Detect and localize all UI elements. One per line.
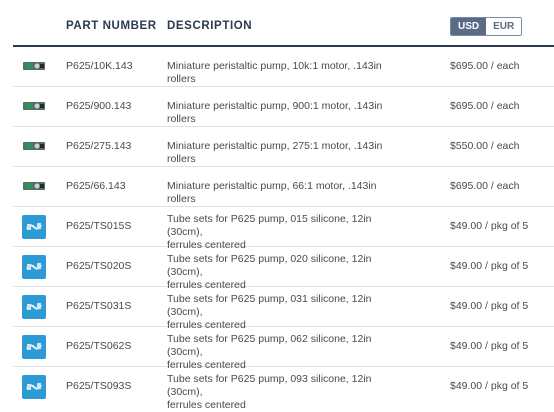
description-line-1: Tube sets for P625 pump, 015 silicone, 1… bbox=[167, 213, 372, 238]
table-row[interactable]: P625/TS062S Tube sets for P625 pump, 062… bbox=[13, 327, 554, 371]
description: Miniature peristaltic pump, 900:1 motor,… bbox=[167, 100, 383, 125]
price: $49.00 / pkg of 5 bbox=[450, 340, 529, 352]
price: $550.00 / each bbox=[450, 140, 520, 152]
currency-usd-button[interactable]: USD bbox=[451, 18, 487, 35]
price: $695.00 / each bbox=[450, 100, 520, 112]
tube-set-thumbnail-icon[interactable] bbox=[22, 375, 46, 399]
tube-set-thumbnail-icon[interactable] bbox=[22, 215, 46, 239]
product-table: PART NUMBER DESCRIPTION USD EUR P625/10K… bbox=[0, 0, 554, 411]
description: Tube sets for P625 pump, 093 silicone, 1… bbox=[167, 373, 407, 412]
description-line-1: Tube sets for P625 pump, 062 silicone, 1… bbox=[167, 333, 372, 358]
pump-thumbnail-icon[interactable] bbox=[22, 59, 46, 73]
currency-eur-button[interactable]: EUR bbox=[486, 18, 522, 35]
pump-thumbnail-icon[interactable] bbox=[22, 99, 46, 113]
pump-thumbnail-icon[interactable] bbox=[22, 139, 46, 153]
table-row[interactable]: P625/TS093S Tube sets for P625 pump, 093… bbox=[13, 367, 554, 411]
tube-set-thumbnail-icon[interactable] bbox=[22, 255, 46, 279]
description: Miniature peristaltic pump, 66:1 motor, … bbox=[167, 180, 377, 205]
column-header-description: DESCRIPTION bbox=[167, 20, 253, 32]
description-line-1: Tube sets for P625 pump, 031 silicone, 1… bbox=[167, 293, 372, 318]
price: $49.00 / pkg of 5 bbox=[450, 220, 529, 232]
part-number[interactable]: P625/TS031S bbox=[66, 300, 131, 313]
table-row[interactable]: P625/TS031S Tube sets for P625 pump, 031… bbox=[13, 287, 554, 331]
part-number[interactable]: P625/TS062S bbox=[66, 340, 131, 353]
part-number[interactable]: P625/275.143 bbox=[66, 140, 131, 153]
table-row[interactable]: P625/66.143 Miniature peristaltic pump, … bbox=[13, 167, 554, 207]
description: Miniature peristaltic pump, 275:1 motor,… bbox=[167, 140, 383, 165]
currency-toggle: USD EUR bbox=[450, 17, 523, 36]
price: $49.00 / pkg of 5 bbox=[450, 260, 529, 272]
part-number[interactable]: P625/66.143 bbox=[66, 180, 126, 193]
description: Miniature peristaltic pump, 10k:1 motor,… bbox=[167, 60, 382, 85]
table-row[interactable]: P625/TS015S Tube sets for P625 pump, 015… bbox=[13, 207, 554, 251]
description-line-1: Tube sets for P625 pump, 093 silicone, 1… bbox=[167, 373, 372, 398]
table-row[interactable]: P625/900.143 Miniature peristaltic pump,… bbox=[13, 87, 554, 127]
pump-thumbnail-icon[interactable] bbox=[22, 179, 46, 193]
part-number[interactable]: P625/TS093S bbox=[66, 380, 131, 393]
part-number[interactable]: P625/900.143 bbox=[66, 100, 131, 113]
description-line-2: ferrules centered bbox=[167, 399, 246, 411]
price: $49.00 / pkg of 5 bbox=[450, 300, 529, 312]
price: $695.00 / each bbox=[450, 60, 520, 72]
column-header-part-number: PART NUMBER bbox=[66, 20, 157, 32]
part-number[interactable]: P625/TS015S bbox=[66, 220, 131, 233]
description-line-1: Tube sets for P625 pump, 020 silicone, 1… bbox=[167, 253, 372, 278]
tube-set-thumbnail-icon[interactable] bbox=[22, 335, 46, 359]
table-row[interactable]: P625/TS020S Tube sets for P625 pump, 020… bbox=[13, 247, 554, 291]
price: $49.00 / pkg of 5 bbox=[450, 380, 529, 392]
part-number[interactable]: P625/10K.143 bbox=[66, 60, 133, 73]
table-row[interactable]: P625/275.143 Miniature peristaltic pump,… bbox=[13, 127, 554, 167]
table-row[interactable]: P625/10K.143 Miniature peristaltic pump,… bbox=[13, 47, 554, 87]
part-number[interactable]: P625/TS020S bbox=[66, 260, 131, 273]
tube-set-thumbnail-icon[interactable] bbox=[22, 295, 46, 319]
price: $695.00 / each bbox=[450, 180, 520, 192]
table-header: PART NUMBER DESCRIPTION USD EUR bbox=[13, 0, 554, 47]
